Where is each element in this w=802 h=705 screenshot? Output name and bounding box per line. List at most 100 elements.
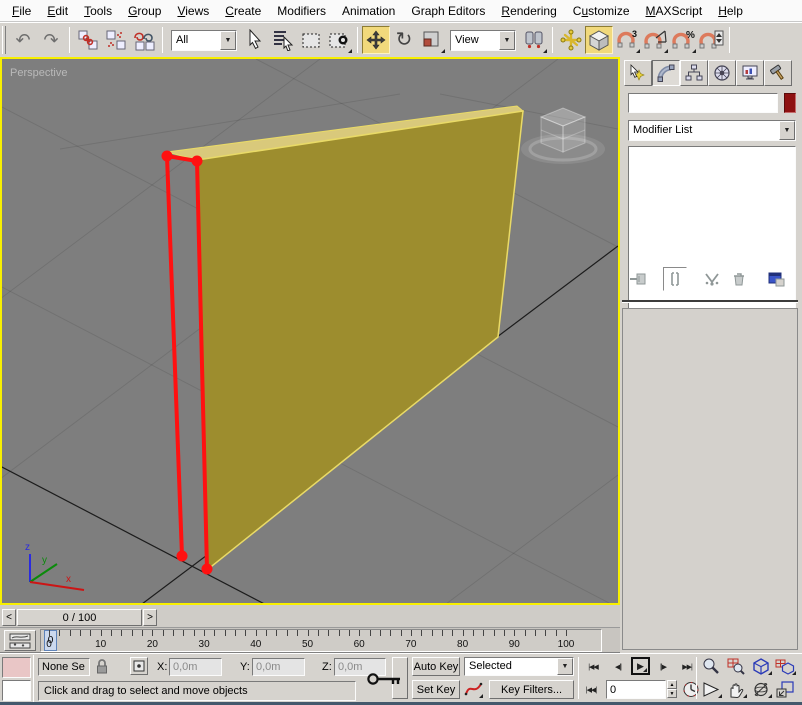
spinner-snap-toggle-button[interactable] xyxy=(697,26,725,54)
spinner-down-button[interactable]: ▼ xyxy=(667,689,677,698)
tab-create[interactable] xyxy=(624,60,652,86)
set-key-button[interactable]: Set Key xyxy=(412,680,460,699)
select-object-button[interactable] xyxy=(241,26,269,54)
track-ruler[interactable]: 0 0102030405060708090100 xyxy=(40,629,602,652)
object-color-swatch[interactable] xyxy=(784,93,796,113)
snaps-toggle-button[interactable] xyxy=(585,26,613,54)
tab-modify[interactable] xyxy=(652,60,680,86)
angle-snap-toggle-button[interactable]: 3 xyxy=(613,26,641,54)
pin-stack-button[interactable] xyxy=(626,267,650,291)
menu-modifiers[interactable]: Modifiers xyxy=(269,2,334,20)
tab-utilities[interactable] xyxy=(764,60,792,86)
y-coordinate-field[interactable] xyxy=(252,658,305,676)
select-and-move-button[interactable] xyxy=(362,26,390,54)
viewport-label[interactable]: Perspective xyxy=(10,67,67,79)
auto-key-button[interactable]: Auto Key xyxy=(412,657,460,676)
vertex-handle[interactable] xyxy=(177,551,188,562)
use-pivot-point-center-button[interactable] xyxy=(520,26,548,54)
menu-edit[interactable]: Edit xyxy=(39,2,76,20)
menu-help[interactable]: Help xyxy=(710,2,751,20)
toolbar-grip[interactable] xyxy=(2,26,6,54)
current-frame-field[interactable] xyxy=(606,680,666,699)
maxscript-listener-line[interactable] xyxy=(2,680,31,701)
vertex-handle[interactable] xyxy=(192,156,203,167)
menu-create[interactable]: Create xyxy=(217,2,269,20)
reference-coordinate-system-dropdown[interactable]: View ▼ xyxy=(450,30,516,51)
vertex-handle[interactable] xyxy=(162,151,173,162)
undo-button[interactable]: ↶ xyxy=(9,26,37,54)
view-cube[interactable] xyxy=(521,108,605,164)
menu-rendering[interactable]: Rendering xyxy=(493,2,564,20)
x-coordinate-field[interactable] xyxy=(169,658,222,676)
next-frame-arrow[interactable]: > xyxy=(143,609,157,626)
track-tick xyxy=(256,630,257,636)
set-keys-button[interactable] xyxy=(362,664,408,694)
rollout-area[interactable] xyxy=(622,308,798,650)
select-and-scale-button[interactable] xyxy=(418,26,446,54)
bind-to-space-warp-button[interactable] xyxy=(130,26,158,54)
key-filters-button[interactable]: Key Filters... xyxy=(489,680,574,699)
spinner-up-button[interactable]: ▲ xyxy=(667,680,677,689)
key-mode-dropdown[interactable]: Selected ▼ xyxy=(464,657,574,676)
previous-frame-arrow[interactable]: < xyxy=(2,609,16,626)
select-and-link-button[interactable] xyxy=(74,26,102,54)
tab-motion[interactable] xyxy=(708,60,736,86)
remove-modifier-button[interactable] xyxy=(727,267,751,291)
menu-maxscript[interactable]: MAXScript xyxy=(638,2,711,20)
absolute-offset-mode-toggle[interactable] xyxy=(130,657,148,675)
perspective-viewport[interactable]: z y x Perspective xyxy=(0,57,620,605)
zoom-extents-button[interactable] xyxy=(751,657,773,676)
rectangular-selection-region-button[interactable] xyxy=(297,26,325,54)
zoom-button[interactable] xyxy=(701,657,723,676)
open-mini-curve-editor-button[interactable] xyxy=(4,630,36,651)
configure-modifier-sets-button[interactable] xyxy=(764,267,788,291)
tab-hierarchy[interactable] xyxy=(680,60,708,86)
selection-filter-arrow[interactable]: ▼ xyxy=(220,31,236,50)
play-button[interactable]: ▶ xyxy=(631,657,650,675)
pan-view-button[interactable] xyxy=(726,680,748,699)
macro-recorder-line[interactable] xyxy=(2,657,31,678)
show-end-result-button[interactable] xyxy=(663,267,687,291)
coord-system-arrow[interactable]: ▼ xyxy=(499,31,515,50)
min-max-toggle-button[interactable] xyxy=(775,680,797,699)
menu-animation[interactable]: Animation xyxy=(334,2,403,20)
go-to-start-button[interactable]: |◀◀ xyxy=(583,658,603,675)
selection-lock-toggle[interactable] xyxy=(95,658,111,676)
menu-graph-editors[interactable]: Graph Editors xyxy=(403,2,493,20)
redo-button[interactable]: ↷ xyxy=(37,26,65,54)
selection-filter-dropdown[interactable]: All ▼ xyxy=(171,30,237,51)
angle-snap-rotate-button[interactable] xyxy=(641,26,669,54)
key-mode-toggle-button[interactable]: |◀◀| xyxy=(580,681,602,698)
tab-display[interactable] xyxy=(736,60,764,86)
select-and-rotate-button[interactable]: ↻ xyxy=(390,26,418,54)
arc-rotate-button[interactable] xyxy=(751,680,773,699)
zoom-extents-all-button[interactable] xyxy=(775,657,797,676)
wall-object[interactable] xyxy=(167,106,523,570)
default-tangent-button[interactable] xyxy=(464,680,484,699)
menu-group[interactable]: Group xyxy=(120,2,169,20)
previous-frame-button[interactable]: ◀|| xyxy=(608,658,628,675)
select-by-name-button[interactable] xyxy=(269,26,297,54)
select-and-manipulate-button[interactable] xyxy=(557,26,585,54)
track-tick-label: 30 xyxy=(189,639,219,650)
time-configuration-button[interactable] xyxy=(682,680,700,699)
key-mode-arrow[interactable]: ▼ xyxy=(557,658,573,675)
window-crossing-toggle-button[interactable] xyxy=(325,26,353,54)
zoom-all-button[interactable] xyxy=(726,657,748,676)
unlink-selection-button[interactable] xyxy=(102,26,130,54)
make-unique-button[interactable] xyxy=(700,267,724,291)
percent-snap-toggle-button[interactable]: % xyxy=(669,26,697,54)
go-to-end-button[interactable]: ▶▶| xyxy=(677,658,697,675)
vertex-handle[interactable] xyxy=(202,564,213,575)
menu-tools[interactable]: Tools xyxy=(76,2,120,20)
object-name-field[interactable] xyxy=(628,93,778,113)
menu-views[interactable]: Views xyxy=(169,2,217,20)
modifier-list-dropdown[interactable]: Modifier List ▼ xyxy=(628,120,796,141)
next-frame-button[interactable]: ||▶ xyxy=(653,658,673,675)
field-of-view-button[interactable] xyxy=(701,680,723,699)
frame-spinner[interactable]: ▲ ▼ xyxy=(667,680,677,699)
modifier-list-arrow[interactable]: ▼ xyxy=(779,121,795,140)
menu-customize[interactable]: Customize xyxy=(565,2,638,20)
time-slider-thumb[interactable]: 0 / 100 xyxy=(17,609,142,626)
menu-file[interactable]: File xyxy=(4,2,39,20)
